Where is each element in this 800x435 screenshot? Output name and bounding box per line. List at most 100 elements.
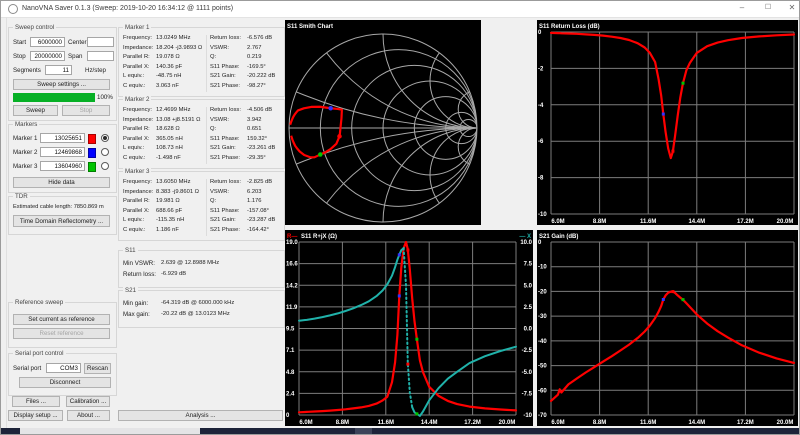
reset-reference-button[interactable]: Reset reference <box>13 328 110 339</box>
return-loss-chart[interactable]: 0-2-4-6-8-106.0M8.8M11.6M14.4M17.2M20.0M… <box>537 20 798 225</box>
detail-value: -20.222 dB <box>247 73 275 79</box>
detail-value: -29.35° <box>247 155 266 161</box>
svg-text:20.0M: 20.0M <box>777 420 794 426</box>
svg-text:5.0: 5.0 <box>524 283 533 289</box>
stop-input[interactable] <box>30 51 65 61</box>
detail-label: Frequency: <box>123 179 152 185</box>
detail-label: S11 Phase: <box>210 64 240 70</box>
marker-select-radio[interactable] <box>101 134 109 142</box>
detail-label: VSWR: <box>210 189 229 195</box>
svg-text:20.0M: 20.0M <box>499 420 516 426</box>
taskbar-button-segment[interactable] <box>355 428 372 435</box>
svg-text:-10: -10 <box>538 265 547 271</box>
detail-label: S11 Phase: <box>210 136 240 142</box>
display-setup-button[interactable]: Display setup ... <box>8 410 63 421</box>
svg-text:-5.0: -5.0 <box>522 370 533 376</box>
detail-label: Parallel X: <box>123 64 149 70</box>
serial-port-label: Serial port <box>13 365 41 372</box>
set-reference-button[interactable]: Set current as reference <box>13 314 110 325</box>
rjx-chart[interactable]: 19.010.016.67.514.25.011.92.59.50.07.1-2… <box>285 230 533 426</box>
start-input[interactable] <box>30 37 65 47</box>
min-gain-value: -64.319 dB @ 6000.000 kHz <box>161 300 234 306</box>
svg-text:6.0M: 6.0M <box>299 420 312 426</box>
detail-value: 108.73 nH <box>156 145 183 151</box>
minimize-button[interactable]: – <box>731 0 753 17</box>
s21-gain-chart[interactable]: 0-10-20-30-40-50-60-706.0M8.8M11.6M14.4M… <box>537 230 798 426</box>
detail-label: Q: <box>210 126 216 132</box>
left-scroll-edge <box>0 17 7 428</box>
svg-text:14.4M: 14.4M <box>421 420 438 426</box>
svg-text:-60: -60 <box>538 388 547 394</box>
sweep-progress-bar <box>13 93 95 102</box>
markers-group: Markers Marker 1Marker 2Marker 3 Hide da… <box>8 124 117 193</box>
maximize-button[interactable]: ☐ <box>757 0 779 17</box>
files-button[interactable]: Files ... <box>12 396 60 407</box>
detail-value: 1.186 nF <box>156 227 179 233</box>
svg-text:0.0: 0.0 <box>524 327 533 333</box>
detail-label: L equiv.: <box>123 73 144 79</box>
markers-legend: Markers <box>13 121 39 128</box>
taskbar[interactable] <box>0 428 800 435</box>
analysis-button[interactable]: Analysis ... <box>118 410 283 421</box>
svg-text:-50: -50 <box>538 364 547 370</box>
calibration-button[interactable]: Calibration ... <box>66 396 110 407</box>
sweep-button[interactable]: Sweep <box>13 105 58 116</box>
sweep-settings-button[interactable]: Sweep settings ... <box>13 79 110 90</box>
reference-sweep-group: Reference sweep Set current as reference… <box>8 302 117 348</box>
svg-text:11.6M: 11.6M <box>640 219 656 225</box>
svg-text:14.2: 14.2 <box>286 283 298 289</box>
detail-value: -1.498 nF <box>156 155 181 161</box>
svg-text:8.8M: 8.8M <box>593 420 606 426</box>
svg-text:6.0M: 6.0M <box>551 219 564 225</box>
s21-summary-legend: S21 <box>123 287 138 294</box>
min-vswr-value: 2.639 @ 12.8988 MHz <box>161 260 219 266</box>
marker-select-radio[interactable] <box>101 162 109 170</box>
sweep-control-legend: Sweep control <box>13 24 56 31</box>
sweep-control-group: Sweep control Start Center Stop Span Seg… <box>8 27 117 121</box>
svg-text:0: 0 <box>286 413 290 419</box>
detail-value: 19.078 Ω <box>156 54 180 60</box>
svg-text:10.0: 10.0 <box>520 240 532 246</box>
detail-value: 13.0249 MHz <box>156 35 190 41</box>
about-button[interactable]: About ... <box>67 410 110 421</box>
s21-summary-group: S21 Min gain: -64.319 dB @ 6000.000 kHz … <box>118 290 285 328</box>
hide-data-button[interactable]: Hide data <box>13 177 110 188</box>
disconnect-button[interactable]: Disconnect <box>19 377 111 388</box>
svg-text:-30: -30 <box>538 314 547 320</box>
marker-detail-legend: Marker 1 <box>123 24 151 31</box>
detail-value: 6.203 <box>247 189 262 195</box>
span-label: Span <box>68 53 82 60</box>
marker-frequency-input[interactable] <box>40 161 85 171</box>
svg-text:19.0: 19.0 <box>286 240 298 246</box>
svg-text:S11 Return Loss (dB): S11 Return Loss (dB) <box>539 24 600 30</box>
marker-detail-legend: Marker 2 <box>123 96 151 103</box>
svg-text:-40: -40 <box>538 339 547 345</box>
serial-port-input[interactable] <box>46 363 81 373</box>
svg-text:S11 Smith Chart: S11 Smith Chart <box>287 24 333 30</box>
marker-select-radio[interactable] <box>101 148 109 156</box>
tdr-button[interactable]: Time Domain Reflectometry ... <box>13 215 110 227</box>
svg-text:-10: -10 <box>523 413 532 419</box>
rescan-button[interactable]: Rescan <box>84 363 111 374</box>
detail-label: Parallel R: <box>123 126 150 132</box>
center-input[interactable] <box>87 37 114 47</box>
svg-text:17.2M: 17.2M <box>464 420 481 426</box>
marker-frequency-input[interactable] <box>40 147 85 157</box>
stop-button[interactable]: Stop <box>62 105 110 116</box>
marker-frequency-input[interactable] <box>40 133 85 143</box>
svg-text:7.5: 7.5 <box>524 262 533 268</box>
segments-input[interactable] <box>45 65 72 75</box>
serial-port-legend: Serial port control <box>13 350 66 357</box>
close-button[interactable]: ✕ <box>781 0 800 17</box>
s11-summary-group: S11 Min VSWR: 2.639 @ 12.8988 MHz Return… <box>118 250 285 288</box>
detail-value: 159.32° <box>247 136 267 142</box>
min-vswr-label: Min VSWR: <box>123 260 155 267</box>
min-gain-label: Min gain: <box>123 300 148 307</box>
smith-chart[interactable]: S11 Smith Chart <box>285 20 481 225</box>
span-input[interactable] <box>87 51 114 61</box>
detail-value: -23.287 dB <box>247 217 275 223</box>
taskbar-window-segment[interactable] <box>20 428 200 435</box>
marker-1-detail-group: Marker 1Frequency:13.0249 MHzReturn loss… <box>118 27 285 97</box>
detail-value: -48.75 nH <box>156 73 181 79</box>
svg-text:S11 R+jX (Ω): S11 R+jX (Ω) <box>301 234 337 240</box>
